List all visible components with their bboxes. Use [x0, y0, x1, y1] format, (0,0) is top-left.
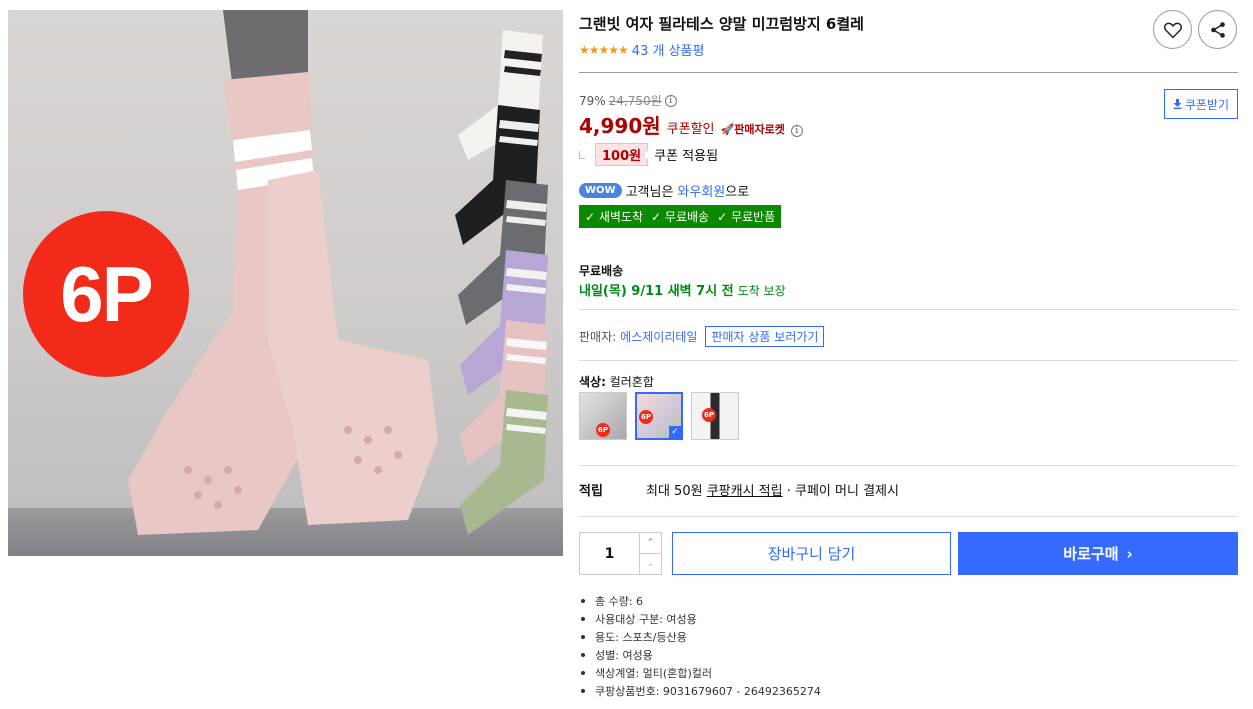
- benefit-label: 무료배송: [664, 210, 710, 224]
- spec-item: 사용대상 구분: 여성용: [579, 610, 821, 628]
- rating-row: ★★★★★ 43 개 상품평: [579, 40, 705, 60]
- product-title: 그랜빗 여자 필라테스 양말 미끄럼방지 6켤레: [579, 15, 864, 33]
- cash-link[interactable]: 쿠팡캐시 적립: [707, 480, 783, 499]
- price-row: 4,990원 쿠폰할인 🚀판매자로켓 i: [579, 110, 803, 139]
- benefit-label: 새벽도착: [598, 210, 644, 224]
- 6p-badge: 6P: [702, 408, 716, 422]
- color-swatches: 6P 6P ✓ 6P: [579, 392, 739, 440]
- spec-item: 성별: 여성용: [579, 646, 821, 664]
- quantity-input[interactable]: 1: [580, 533, 639, 574]
- seller-rocket-badge: 🚀판매자로켓: [720, 123, 785, 136]
- check-icon: ✓: [717, 210, 731, 224]
- check-icon: ✓: [669, 426, 681, 438]
- seller-row: 판매자: 에스제이리테일 판매자 상품 보러가기: [579, 326, 825, 347]
- sale-price: 4,990원: [579, 114, 661, 138]
- add-to-cart-button[interactable]: 장바구니 담기: [672, 532, 951, 575]
- color-swatch-selected[interactable]: 6P ✓: [635, 392, 683, 440]
- spec-item: 쿠팡상품번호: 9031679607 - 26492365274: [579, 682, 821, 700]
- 6p-badge: 6P: [23, 211, 189, 377]
- seller-label: 판매자:: [579, 330, 617, 344]
- wow-badge: WOW: [579, 183, 622, 198]
- info-icon[interactable]: i: [664, 94, 677, 107]
- divider: [579, 72, 1238, 73]
- chevron-right-icon: ›: [1126, 544, 1133, 563]
- divider: [579, 309, 1238, 310]
- spec-item: 용도: 스포츠/등산용: [579, 628, 821, 646]
- benefit-item: ✓ 무료반품: [717, 208, 775, 225]
- divider: [579, 360, 1238, 361]
- spec-item: 총 수량: 6: [579, 592, 821, 610]
- points-label: 적립: [579, 484, 603, 499]
- benefit-label: 무료반품: [730, 210, 776, 224]
- benefit-item: ✓ 무료배송: [651, 208, 709, 225]
- decrement-icon[interactable]: ⌄: [640, 553, 661, 574]
- tree-corner-icon: [579, 150, 585, 159]
- discount-rate: 79%: [579, 93, 606, 108]
- divider: [579, 516, 1238, 517]
- color-label: 색상:: [579, 375, 606, 389]
- points-max: 최대 50원: [646, 484, 703, 499]
- color-value: 컬러혼합: [609, 375, 654, 389]
- pay-note: · 쿠페이 머니 결제시: [786, 484, 899, 499]
- get-coupon-button[interactable]: 쿠폰받기: [1163, 89, 1238, 119]
- delivery-row: 내일(목) 9/11 새벽 7시 전 도착 보장: [579, 280, 786, 299]
- coupon-amount-tag: 100원: [595, 143, 649, 166]
- seller-name-link[interactable]: 에스제이리테일: [620, 328, 697, 345]
- color-swatch[interactable]: 6P: [691, 392, 739, 440]
- wow-text-prefix: 고객님은: [625, 185, 674, 200]
- get-coupon-label: 쿠폰받기: [1184, 97, 1229, 112]
- original-price: 24,750원: [608, 94, 662, 108]
- wow-text-suffix: 으로: [725, 185, 750, 200]
- coupon-discount-label: 쿠폰할인: [666, 122, 715, 137]
- quantity-stepper[interactable]: 1 ⌃ ⌄: [579, 532, 662, 575]
- spec-item: 색상계열: 멀티(혼합)컬러: [579, 664, 821, 682]
- coupon-applied-text: 쿠폰 적용됨: [654, 149, 719, 164]
- info-icon[interactable]: i: [790, 125, 803, 137]
- 6p-badge: 6P: [596, 423, 610, 437]
- spec-list: 총 수량: 6 사용대상 구분: 여성용 용도: 스포츠/등산용 성별: 여성용…: [579, 592, 821, 700]
- share-icon: [1210, 21, 1225, 38]
- color-swatch[interactable]: 6P: [579, 392, 627, 440]
- quantity-arrows: ⌃ ⌄: [639, 533, 661, 574]
- wishlist-button[interactable]: [1153, 10, 1192, 49]
- benefit-item: ✓ 새벽도착: [585, 208, 643, 225]
- product-main-image[interactable]: 6P: [8, 10, 563, 556]
- color-option-label: 색상: 컬러혼합: [579, 373, 654, 390]
- points-row: 적립 최대 50원 쿠팡캐시 적립 · 쿠페이 머니 결제시: [579, 480, 899, 499]
- delivery-date: 내일(목) 9/11 새벽 7시 전: [579, 284, 734, 299]
- 6p-badge: 6P: [639, 410, 653, 424]
- shipping-title: 무료배송: [579, 264, 624, 278]
- wow-benefits-bar: ✓ 새벽도착 ✓ 무료배송 ✓ 무료반품: [579, 205, 782, 228]
- buy-now-button[interactable]: 바로구매 ›: [958, 532, 1238, 575]
- coupon-applied-row: 100원 쿠폰 적용됨: [579, 143, 718, 166]
- discount-row: 79% 24,750원 i: [579, 92, 677, 109]
- check-icon: ✓: [585, 210, 599, 224]
- delivery-guarantee: 도착 보장: [737, 284, 786, 298]
- star-rating: ★★★★★: [579, 42, 629, 57]
- wow-member-link[interactable]: 와우회원: [677, 181, 725, 200]
- buy-now-label: 바로구매: [1063, 545, 1119, 563]
- review-count-link[interactable]: 43 개 상품평: [632, 40, 705, 59]
- check-icon: ✓: [651, 210, 665, 224]
- heart-icon: [1163, 22, 1182, 38]
- seller-products-button[interactable]: 판매자 상품 보러가기: [705, 326, 825, 347]
- wow-row: WOW 고객님은 와우회원 으로: [579, 181, 749, 200]
- increment-icon[interactable]: ⌃: [640, 533, 661, 553]
- divider: [579, 465, 1238, 466]
- share-button[interactable]: [1198, 10, 1237, 49]
- download-icon: [1173, 99, 1182, 109]
